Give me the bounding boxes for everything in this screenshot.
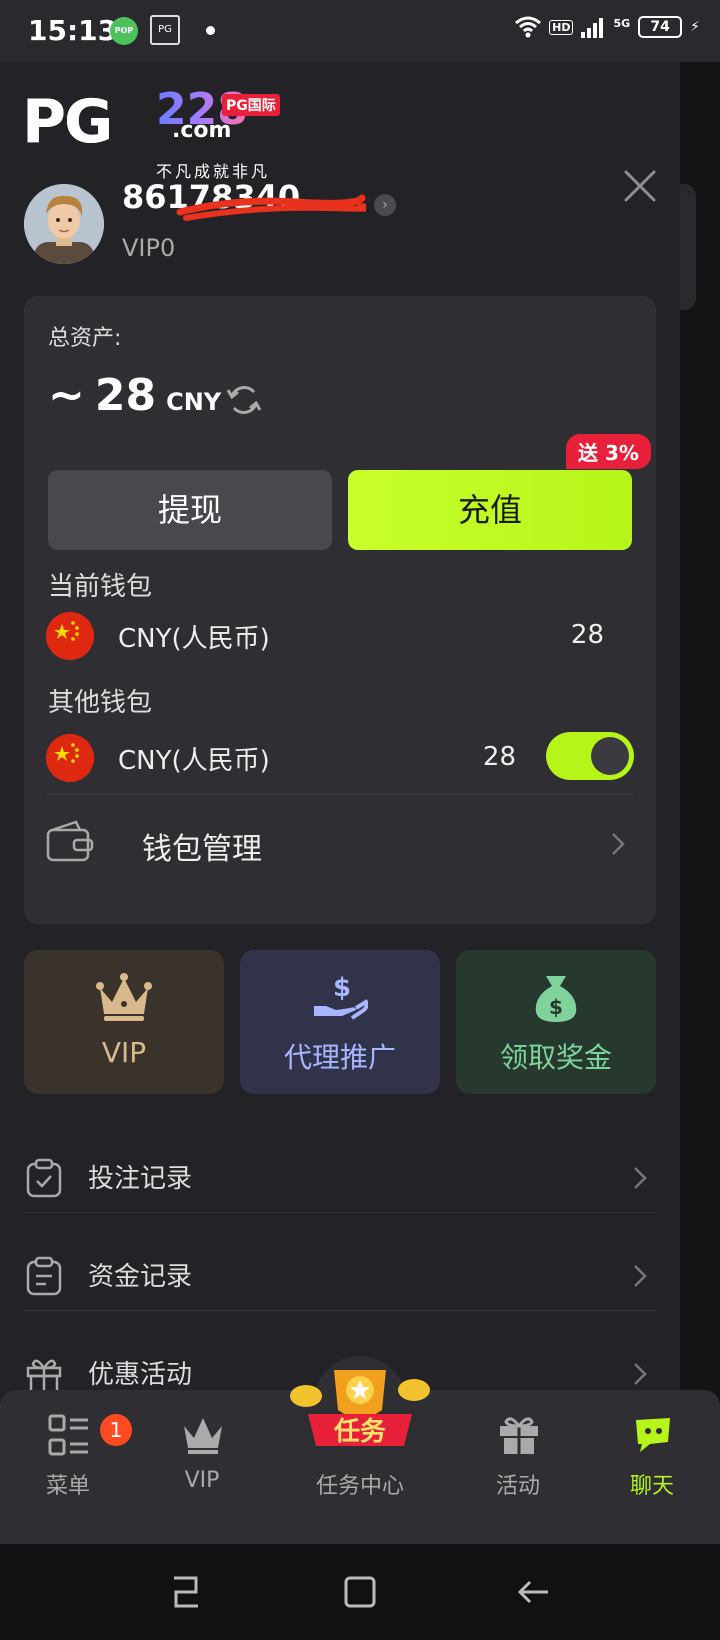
chat-icon <box>636 1418 670 1452</box>
other-wallet-title: 其他钱包 <box>48 688 153 718</box>
deposit-button[interactable]: 充值 <box>348 470 632 550</box>
gift-icon <box>500 1417 538 1454</box>
svg-text:$: $ <box>549 995 563 1019</box>
task-trophy-icon[interactable]: 任务 <box>286 1356 434 1458</box>
chevron-right-icon <box>634 1265 647 1287</box>
promotions-label: 优惠活动 <box>88 1360 193 1390</box>
recent-apps-icon[interactable] <box>166 1572 206 1612</box>
logo-pg-text: PG <box>22 87 113 157</box>
hand-dollar-icon: $ <box>314 973 368 1020</box>
status-bar: 15:13 POP PG HD 5G 74 ⚡ <box>0 0 720 62</box>
claim-bonus-tile[interactable]: $ 领取奖金 <box>456 950 656 1094</box>
logo-badge: PG国际 <box>222 94 280 116</box>
vip-tile[interactable]: VIP <box>24 950 224 1094</box>
other-wallet-name: CNY(人民币) <box>118 746 270 776</box>
wallet-icon <box>46 820 94 862</box>
network-type: 5G <box>613 16 631 30</box>
money-bag-icon: $ <box>535 976 577 1022</box>
tab-menu-label: 菜单 <box>45 1474 90 1499</box>
tab-activity-label: 活动 <box>495 1474 540 1499</box>
avatar-portrait-icon <box>24 184 104 264</box>
tab-task-center-label: 任务中心 <box>315 1474 404 1499</box>
avatar[interactable] <box>24 184 104 264</box>
pop-app-icon: POP <box>110 17 138 45</box>
other-wallet-amount: 28 <box>482 742 516 772</box>
total-assets-label: 总资产: <box>48 326 122 351</box>
agent-promotion-label: 代理推广 <box>283 1041 396 1074</box>
chevron-right-icon <box>634 1363 647 1385</box>
wallet-toggle[interactable] <box>546 732 634 780</box>
approx-sign: ~ <box>48 370 85 421</box>
wifi-icon <box>515 16 542 38</box>
current-wallet-title: 当前钱包 <box>48 572 153 602</box>
hd-indicator: HD <box>549 19 574 35</box>
wallet-management-label: 钱包管理 <box>142 832 262 867</box>
current-wallet-amount: 28 <box>570 620 604 650</box>
divider <box>24 1310 656 1311</box>
system-nav-bar <box>0 1544 720 1640</box>
task-overlay-text: 任务 <box>333 1417 386 1447</box>
tab-menu[interactable]: 1 菜单 <box>8 1410 132 1500</box>
chevron-right-icon <box>612 833 625 855</box>
deposit-bonus-badge: 送 3% <box>566 434 651 469</box>
claim-bonus-label: 领取奖金 <box>499 1041 612 1074</box>
menu-grid-icon <box>48 1414 88 1456</box>
redaction-scribble <box>176 194 366 221</box>
background-card <box>680 184 696 310</box>
china-flag-icon <box>46 734 94 782</box>
side-drawer: PG 228 PG国际 .com 不凡成就非凡 86178340... › VI… <box>0 62 680 1544</box>
withdraw-button[interactable]: 提现 <box>48 470 332 550</box>
crown-icon <box>184 1418 222 1454</box>
bet-records-label: 投注记录 <box>88 1164 193 1194</box>
china-flag-icon <box>46 612 94 660</box>
agent-promotion-tile[interactable]: $ 代理推广 <box>240 950 440 1094</box>
status-time: 15:13 <box>28 14 118 47</box>
tab-vip[interactable]: VIP <box>142 1410 262 1500</box>
vip-tile-label: VIP <box>101 1036 147 1069</box>
crown-icon <box>96 973 152 1021</box>
refresh-icon[interactable] <box>224 380 264 420</box>
clipboard-check-icon <box>26 1158 62 1198</box>
asset-currency: CNY <box>166 388 222 416</box>
toggle-knob <box>591 737 629 775</box>
current-wallet-name: CNY(人民币) <box>118 624 270 654</box>
status-indicators: HD 5G 74 ⚡ <box>515 16 700 38</box>
wallet-management-row[interactable]: 钱包管理 <box>46 816 634 872</box>
current-wallet-row: CNY(人民币) 28 <box>46 610 634 662</box>
chevron-right-icon <box>634 1167 647 1189</box>
gift-icon <box>26 1359 62 1394</box>
vip-level: VIP0 <box>122 234 176 262</box>
menu-notification-badge: 1 <box>100 1414 132 1446</box>
fund-records-label: 资金记录 <box>88 1262 193 1292</box>
home-icon[interactable] <box>340 1572 380 1612</box>
pg-app-icon: PG <box>150 15 180 45</box>
svg-text:$: $ <box>333 973 351 1003</box>
total-assets-amount: ~ 28 CNY <box>48 370 221 421</box>
charging-icon: ⚡ <box>690 19 700 35</box>
close-icon[interactable] <box>622 168 658 204</box>
tab-chat[interactable]: 聊天 <box>592 1410 712 1500</box>
tab-chat-label: 聊天 <box>629 1474 674 1499</box>
divider <box>46 794 634 795</box>
other-wallet-row: CNY(人民币) 28 <box>46 732 634 784</box>
asset-card: 总资产: ~ 28 CNY 提现 充值 送 3% 当前钱包 CNY(人民币) 2… <box>24 296 656 924</box>
profile-chevron-icon[interactable]: › <box>374 194 396 216</box>
tab-vip-label: VIP <box>184 1468 220 1493</box>
logo-domain: .com <box>172 118 232 143</box>
brand-logo: PG 228 PG国际 .com 不凡成就非凡 <box>22 84 292 181</box>
tab-activity[interactable]: 活动 <box>458 1410 578 1500</box>
background-page <box>680 62 720 1544</box>
battery-icon: 74 <box>638 16 683 38</box>
back-icon[interactable] <box>514 1572 554 1612</box>
notification-dot-icon <box>206 26 215 35</box>
clipboard-list-icon <box>26 1256 62 1296</box>
signal-icon <box>581 18 604 38</box>
asset-value: 28 <box>94 370 157 421</box>
divider <box>24 1212 656 1213</box>
